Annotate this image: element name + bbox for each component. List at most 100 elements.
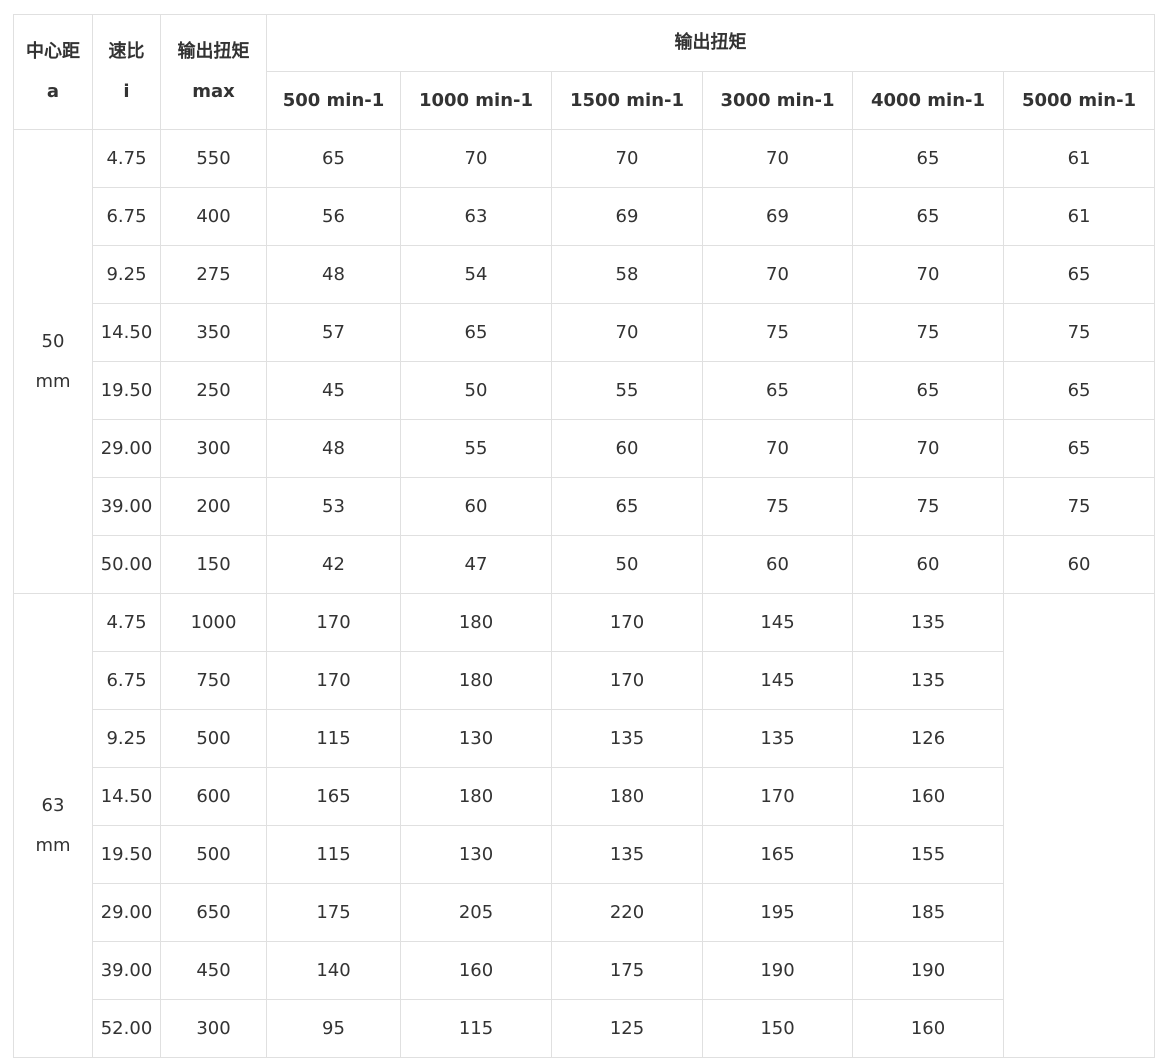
ratio-cell: 9.25 [92,709,161,768]
torque-value-cell: 195 [702,883,853,942]
max-torque-cell: 550 [160,129,267,188]
torque-value-cell: 69 [702,187,853,246]
torque-value-cell: 115 [266,825,401,884]
torque-value-cell: 160 [400,941,552,1000]
torque-value-cell: 61 [1002,129,1156,188]
torque-value-cell: 126 [852,709,1004,768]
torque-value-cell: 65 [1002,245,1156,304]
torque-value-cell: 75 [852,303,1004,362]
torque-value-cell: 42 [266,535,401,594]
torque-value-cell: 70 [551,129,703,188]
torque-value-cell: 55 [400,419,552,478]
max-torque-cell: 300 [160,999,267,1058]
torque-value-cell: 50 [551,535,703,594]
torque-value-cell: 165 [702,825,853,884]
torque-value-cell: 185 [852,883,1004,942]
ratio-cell: 9.25 [92,245,161,304]
ratio-cell: 39.00 [92,477,161,536]
table-row: 50 mm 4.75 550 65 70 70 70 65 61 [13,129,1156,594]
torque-value-cell: 170 [702,767,853,826]
torque-value-cell: 180 [400,767,552,826]
max-torque-cell: 150 [160,535,267,594]
header-max-torque: 输出扭矩 max [160,14,267,130]
table-row: 63 mm 4.75 1000 170 180 170 145 135 [13,593,1156,1058]
torque-value-cell: 70 [551,303,703,362]
torque-value-cell: 65 [266,129,401,188]
torque-value-cell: 135 [702,709,853,768]
table-row: 9.25 275 48 54 58 70 70 65 [14,245,1156,304]
torque-value-cell: 170 [551,593,703,652]
table-row: 50.00 150 42 47 50 60 60 60 [14,535,1156,594]
torque-value-cell: 65 [852,129,1004,188]
torque-value-cell: 190 [852,941,1004,1000]
table-row: 14.50 350 57 65 70 75 75 75 [14,303,1156,362]
torque-value-cell: 75 [1002,477,1156,536]
max-torque-cell: 450 [160,941,267,1000]
torque-value-cell: 55 [551,361,703,420]
torque-value-cell: 60 [852,535,1004,594]
torque-value-cell: 48 [266,245,401,304]
ratio-cell: 4.75 [92,129,161,188]
torque-value-cell: 57 [266,303,401,362]
center-distance-cell: 63 mm [13,593,93,1058]
ratio-cell: 29.00 [92,419,161,478]
empty-cell [1002,593,1156,1058]
header-speed: 1000 min-1 [400,71,552,130]
max-torque-cell: 300 [160,419,267,478]
torque-value-cell: 155 [852,825,1004,884]
torque-value-cell: 180 [400,651,552,710]
center-distance-cell: 50 mm [13,129,93,594]
header-speed: 500 min-1 [266,71,401,130]
max-torque-cell: 275 [160,245,267,304]
torque-value-cell: 125 [551,999,703,1058]
header-speed: 5000 min-1 [1002,71,1156,130]
torque-value-cell: 160 [852,999,1004,1058]
max-torque-cell: 750 [160,651,267,710]
ratio-cell: 29.00 [92,883,161,942]
torque-value-cell: 60 [551,419,703,478]
ratio-cell: 6.75 [92,187,161,246]
table-body: 50 mm 4.75 550 65 70 70 70 65 61 6.75 400 56 63 69 69 65… [13,129,1156,1058]
torque-value-cell: 160 [852,767,1004,826]
torque-value-cell: 115 [266,709,401,768]
header-output-torque-group: 输出扭矩 [265,14,1156,72]
torque-value-cell: 170 [551,651,703,710]
torque-value-cell: 115 [400,999,552,1058]
torque-value-cell: 65 [702,361,853,420]
torque-value-cell: 70 [400,129,552,188]
torque-value-cell: 60 [1002,535,1156,594]
ratio-cell: 19.50 [92,361,161,420]
torque-value-cell: 135 [551,825,703,884]
torque-value-cell: 205 [400,883,552,942]
max-torque-cell: 350 [160,303,267,362]
ratio-cell: 19.50 [92,825,161,884]
table-row: 14.50 600 165 180 180 170 160 [14,767,1155,826]
torque-value-cell: 170 [266,651,401,710]
header-max-torque-line1: 输出扭矩 [177,41,250,62]
torque-value-cell: 135 [551,709,703,768]
table-row: 19.50 500 115 130 135 165 155 [14,825,1155,884]
torque-value-cell: 70 [852,419,1004,478]
table-row: 39.00 200 53 60 65 75 75 75 [14,477,1156,536]
header-row-top: 中心距 a 速比 i 输出扭矩 max 输出扭矩 [13,14,1156,130]
torque-value-cell: 56 [266,187,401,246]
torque-value-cell: 65 [1002,419,1156,478]
torque-value-cell: 70 [702,129,853,188]
torque-value-cell: 75 [852,477,1004,536]
torque-value-cell: 53 [266,477,401,536]
ratio-cell: 50.00 [92,535,161,594]
max-torque-cell: 650 [160,883,267,942]
max-torque-cell: 250 [160,361,267,420]
center-distance-label: mm [35,834,71,856]
ratio-cell: 52.00 [92,999,161,1058]
torque-value-cell: 70 [702,245,853,304]
header-ratio-line1: 速比 [108,41,145,62]
torque-value-cell: 130 [400,825,552,884]
table-row: 29.00 650 175 205 220 195 185 [14,883,1155,942]
torque-value-cell: 175 [266,883,401,942]
max-torque-cell: 1000 [160,593,267,652]
torque-value-cell: 61 [1002,187,1156,246]
table-row: 39.00 450 140 160 175 190 190 [14,941,1155,1000]
max-torque-cell: 600 [160,767,267,826]
max-torque-cell: 500 [160,709,267,768]
